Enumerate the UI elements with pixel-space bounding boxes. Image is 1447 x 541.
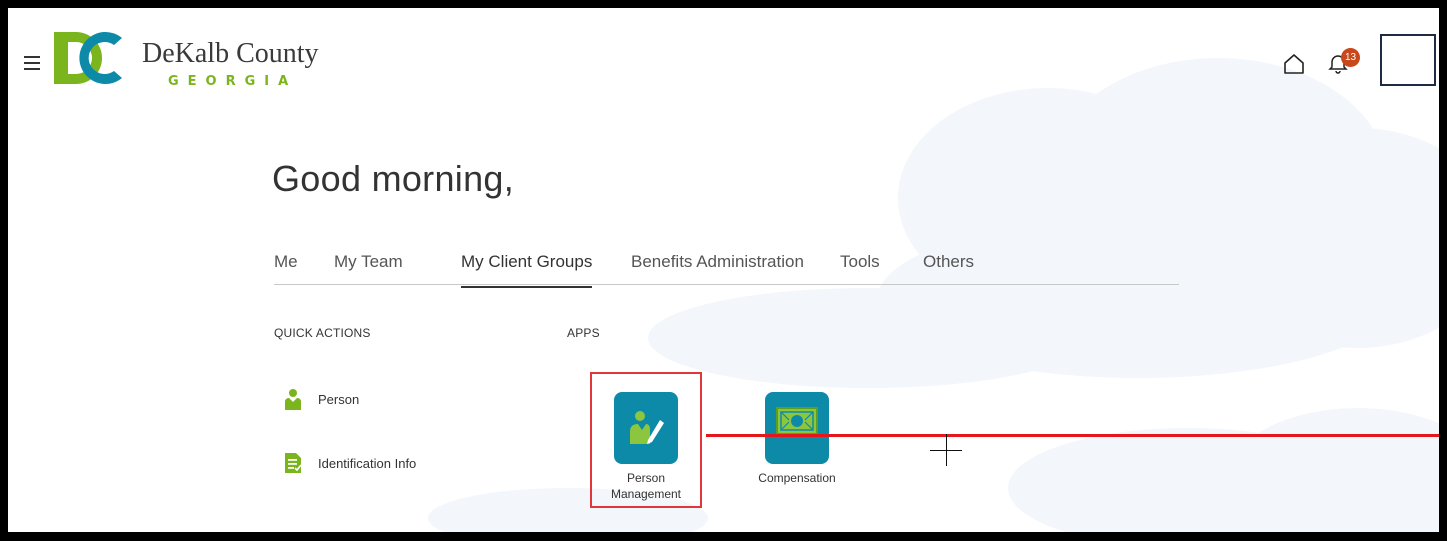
highlight-box xyxy=(590,372,702,508)
home-icon[interactable] xyxy=(1282,52,1306,76)
app-tile-icon xyxy=(765,392,829,464)
quick-actions-heading: QUICK ACTIONS xyxy=(274,326,371,340)
brand-name: DeKalb County xyxy=(142,38,319,69)
id-document-icon xyxy=(285,453,302,473)
tab-my-team[interactable]: My Team xyxy=(334,252,403,286)
greeting: Good morning, xyxy=(272,158,515,199)
tab-benefits-administration[interactable]: Benefits Administration xyxy=(631,252,804,286)
menu-icon[interactable] xyxy=(24,56,40,70)
tab-others[interactable]: Others xyxy=(923,252,974,286)
app-compensation[interactable]: Compensation xyxy=(747,392,847,486)
apps-heading: APPS xyxy=(567,326,600,340)
tab-me[interactable]: Me xyxy=(274,252,298,286)
app-frame: DeKalb County GEORGIA 13 Good morning, M… xyxy=(8,8,1439,532)
quick-action-label: Person xyxy=(318,392,360,407)
app-label: Compensation xyxy=(747,470,847,486)
person-icon xyxy=(285,389,301,410)
crosshair-vertical xyxy=(946,434,947,466)
tab-tools[interactable]: Tools xyxy=(840,252,880,286)
notification-count-badge: 13 xyxy=(1341,48,1360,67)
user-avatar[interactable] xyxy=(1380,34,1436,86)
notifications-button[interactable]: 13 xyxy=(1328,48,1362,76)
tab-my-client-groups[interactable]: My Client Groups xyxy=(461,252,593,288)
brand-state: GEORGIA xyxy=(168,74,298,89)
tab-bar: Me My Team My Client Groups Benefits Adm… xyxy=(274,248,1179,288)
dekalb-logo xyxy=(54,32,122,84)
crosshair-cursor xyxy=(930,434,962,466)
app-label-line: Compensation xyxy=(758,471,836,485)
annotation-line xyxy=(706,434,1439,437)
quick-action-label: Identification Info xyxy=(318,456,417,471)
